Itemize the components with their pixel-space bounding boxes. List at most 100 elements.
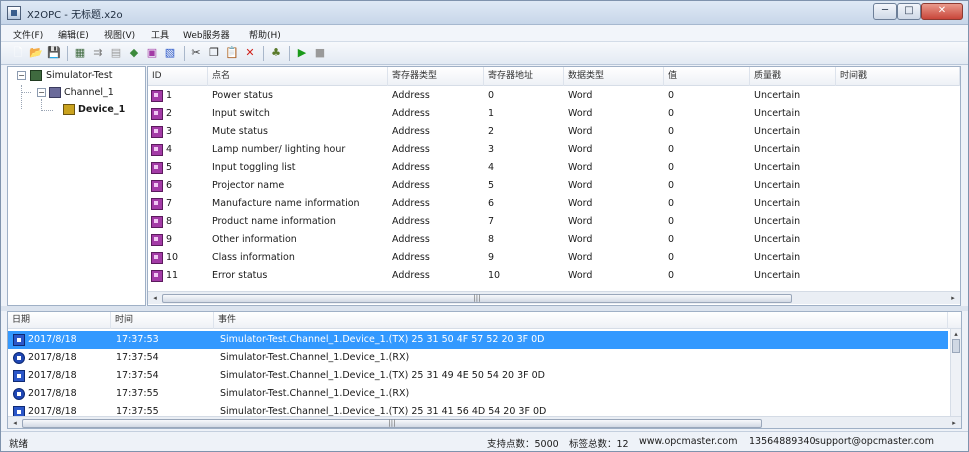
log-row[interactable]: 2017/8/18 17:37:53 Simulator-Test.Channel_… [8,331,948,349]
scroll-right-arrow[interactable]: ▸ [948,417,960,428]
transmit-icon [13,334,25,346]
copy-icon[interactable]: ❐ [207,46,221,60]
new-server-icon[interactable]: ▦ [73,46,87,60]
table-row[interactable]: 10 Class information Address 9 Word 0 Uncertai… [148,249,960,267]
table-row[interactable]: 2 Input switch Address 1 Word 0 Uncertain [148,105,960,123]
tag-icon [151,108,163,120]
table-row[interactable]: 11 Error status Address 10 Word 0 Uncertain [148,267,960,285]
column-header-id[interactable]: ID [148,67,208,86]
new-tag-icon[interactable]: ◆ [127,46,141,60]
tree-node-device[interactable]: Device_1 [78,104,125,115]
new-tags-icon[interactable]: ▣ [145,46,159,60]
cell-register-addr: 10 [488,270,501,281]
log-row[interactable]: 2017/8/18 17:37:54 Simulator-Test.Channel_… [8,367,948,385]
log-vertical-scrollbar[interactable]: ▴ [950,329,961,417]
delete-icon[interactable]: ✕ [243,46,257,60]
new-icon[interactable]: 🗋 [11,46,25,60]
open-icon[interactable]: 📂 [29,46,43,60]
grid-horizontal-scrollbar[interactable]: ◂ ||| ▸ [148,291,960,304]
paste-icon[interactable]: 📋 [225,46,239,60]
cell-name: Projector name [212,180,285,191]
new-device-icon[interactable]: ▤ [109,46,123,60]
tree-node-channel[interactable]: Channel_1 [64,87,114,98]
log-row[interactable]: 2017/8/18 17:37:55 Simulator-Test.Channel_… [8,385,948,403]
log-row[interactable]: 2017/8/18 17:37:54 Simulator-Test.Channel_… [8,349,948,367]
column-header-time[interactable]: 时间 [111,312,214,329]
cell-register-addr: 9 [488,252,495,263]
scroll-thumb[interactable]: ||| [22,419,762,428]
table-row[interactable]: 1 Power status Address 0 Word 0 Uncertain [148,87,960,105]
menu-edit[interactable]: 编辑(E) [58,28,89,41]
tree-connector [21,92,31,93]
scroll-left-arrow[interactable]: ◂ [149,292,161,304]
collapse-server-toggle[interactable]: − [17,71,26,80]
status-total-tags: 标签总数：12 [569,439,629,450]
cell-quality: Uncertain [754,198,801,209]
cell-value: 0 [668,126,675,137]
column-header-data-type[interactable]: 数据类型 [564,67,664,86]
column-header-event[interactable]: 事件 [214,312,948,329]
column-header-register-type[interactable]: 寄存器类型 [388,67,484,86]
cell-data-type: Word [568,144,593,155]
maximize-button[interactable]: □ [897,3,921,20]
tags-grid[interactable]: ID 点名 寄存器类型 寄存器地址 数据类型 值 质量戳 时间戳 1 Power … [147,66,961,306]
log-header: 日期 时间 事件 [8,312,961,329]
column-header-date[interactable]: 日期 [8,312,111,329]
project-tree[interactable]: − Simulator-Test − Channel_1 Device_1 [7,66,146,306]
table-row[interactable]: 8 Product name information Address 7 Word 0 Un… [148,213,960,231]
menu-file[interactable]: 文件(F) [13,28,43,41]
cell-value: 0 [668,216,675,227]
menu-tools[interactable]: 工具 [151,28,169,41]
cell-data-type: Word [568,198,593,209]
new-channel-icon[interactable]: ⇉ [91,46,105,60]
menu-web-server[interactable]: Web服务器 [183,28,230,41]
cell-id: 6 [166,180,173,191]
table-row[interactable]: 6 Projector name Address 5 Word 0 Uncertain [148,177,960,195]
save-icon[interactable]: 💾 [47,46,61,60]
tag-icon [151,234,163,246]
toolbar: 🗋 📂 💾 ▦ ⇉ ▤ ◆ ▣ ▧ ✂ ❐ 📋 ✕ ♣ ▶ ■ [1,42,968,65]
cell-quality: Uncertain [754,126,801,137]
event-log[interactable]: 日期 时间 事件 2017/8/18 17:37:53 Simulator-Test… [7,311,962,429]
cell-id: 8 [166,216,173,227]
column-header-name[interactable]: 点名 [208,67,388,86]
column-header-register-addr[interactable]: 寄存器地址 [484,67,564,86]
cell-quality: Uncertain [754,108,801,119]
cut-icon[interactable]: ✂ [189,46,203,60]
cell-value: 0 [668,252,675,263]
grid-header: ID 点名 寄存器类型 寄存器地址 数据类型 值 质量戳 时间戳 [148,67,960,86]
minimize-button[interactable]: ─ [873,3,897,20]
tree-node-server[interactable]: Simulator-Test [46,70,113,81]
menu-help[interactable]: 帮助(H) [249,28,281,41]
scroll-left-arrow[interactable]: ◂ [9,417,21,428]
properties-icon[interactable]: ▧ [163,46,177,60]
monitor-icon[interactable]: ♣ [269,46,283,60]
cell-id: 9 [166,234,173,245]
table-row[interactable]: 7 Manufacture name information Address 6 Wor… [148,195,960,213]
stop-icon[interactable]: ■ [313,46,327,60]
table-row[interactable]: 3 Mute status Address 2 Word 0 Uncertain [148,123,960,141]
column-header-timestamp[interactable]: 时间戳 [836,67,960,86]
scroll-thumb[interactable] [952,339,960,353]
log-horizontal-scrollbar[interactable]: ◂ ||| ▸ [8,416,961,428]
table-row[interactable]: 4 Lamp number/ lighting hour Address 3 Word 0… [148,141,960,159]
table-row[interactable]: 9 Other information Address 8 Word 0 Uncertain [148,231,960,249]
table-row[interactable]: 5 Input toggling list Address 4 Word 0 Uncerta… [148,159,960,177]
scroll-right-arrow[interactable]: ▸ [947,292,959,304]
scroll-thumb[interactable]: ||| [162,294,792,303]
run-icon[interactable]: ▶ [295,46,309,60]
app-window: X2OPC - 无标题.x2o ─ □ ✕ 文件(F) 编辑(E) 视图(V) … [0,0,969,452]
column-header-quality[interactable]: 质量戳 [750,67,836,86]
column-header-value[interactable]: 值 [664,67,750,86]
cell-id: 2 [166,108,173,119]
collapse-channel-toggle[interactable]: − [37,88,46,97]
cell-name: Other information [212,234,297,245]
cell-register-addr: 5 [488,180,495,191]
menu-view[interactable]: 视图(V) [104,28,135,41]
title-bar[interactable]: X2OPC - 无标题.x2o ─ □ ✕ [1,1,968,25]
cell-data-type: Word [568,90,593,101]
close-button[interactable]: ✕ [921,3,963,20]
scroll-up-arrow[interactable]: ▴ [951,329,961,339]
cell-id: 4 [166,144,173,155]
cell-name: Error status [212,270,268,281]
